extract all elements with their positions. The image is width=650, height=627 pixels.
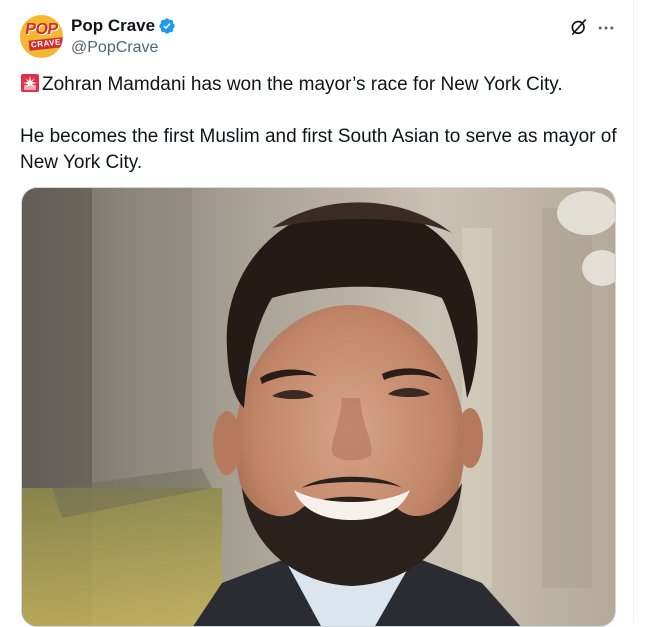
grok-icon[interactable] (569, 17, 589, 37)
avatar[interactable]: POP CRAVE (20, 15, 63, 58)
tweet-paragraph-1: Zohran Mamdani has won the mayor’s race … (20, 72, 620, 98)
author-name-row: Pop Crave (71, 16, 176, 36)
author-handle[interactable]: @PopCrave (71, 38, 158, 58)
tweet-line-1: Zohran Mamdani has won the mayor’s race … (42, 74, 563, 95)
tweet-photo[interactable] (21, 187, 616, 627)
avatar-logo-subtext: CRAVE (28, 37, 63, 51)
avatar-logo-text: POP (24, 21, 59, 38)
tweet-paragraph-2: He becomes the first Muslim and first So… (20, 126, 617, 173)
portrait-photo (22, 188, 615, 626)
police-car-light-emoji (21, 74, 39, 92)
verified-badge-icon (159, 18, 175, 34)
more-horizontal-icon[interactable] (596, 18, 616, 38)
author-display-name[interactable]: Pop Crave (71, 16, 155, 36)
tweet-text: Zohran Mamdani has won the mayor’s race … (20, 72, 620, 176)
